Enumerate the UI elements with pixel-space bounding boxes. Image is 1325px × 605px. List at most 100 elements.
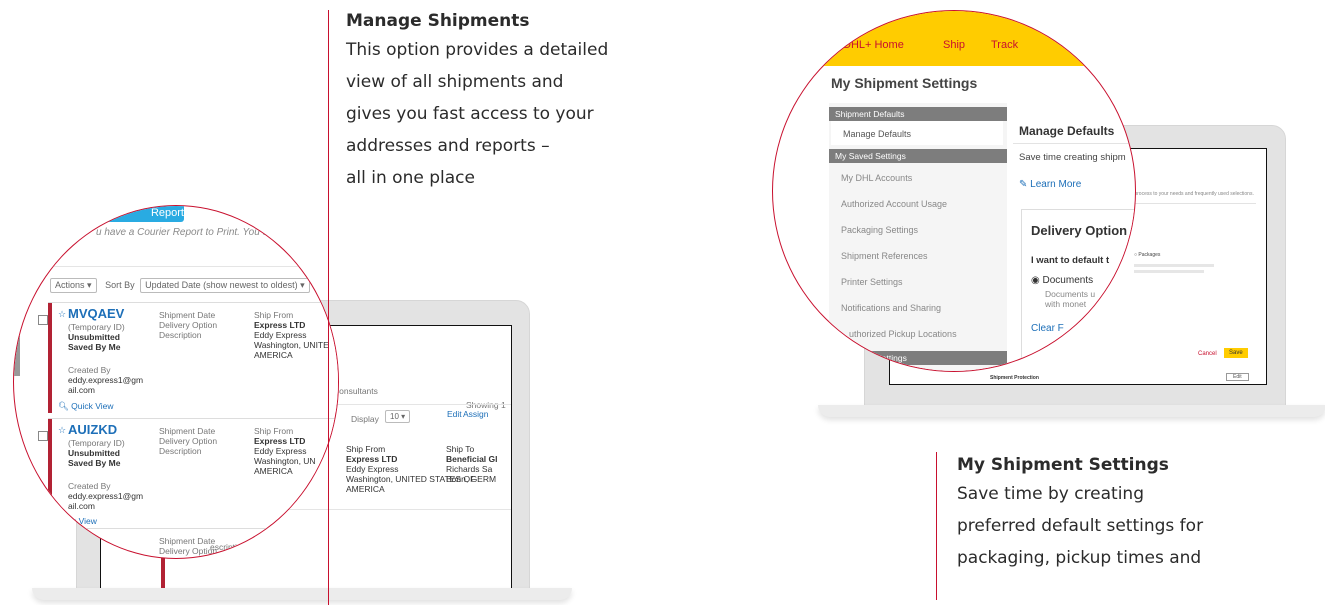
actions-dropdown[interactable]: Actions ▾ [50, 278, 97, 293]
created-email: ail.com [68, 501, 95, 511]
ship-to-line: Beneficial Gl [446, 454, 498, 464]
field-label: Shipment Date [159, 310, 216, 320]
cancel-link[interactable]: Cancel [1198, 351, 1217, 357]
caption-line: preferred default settings for [957, 516, 1204, 536]
divider [1013, 143, 1135, 144]
documents-label: Documents [1042, 275, 1094, 286]
documents-hint: Documents u with monet [1045, 289, 1095, 309]
caption-body: This option provides a detailed view of … [346, 34, 608, 194]
card-accent [48, 419, 52, 524]
edit-button[interactable]: Edit [1226, 373, 1249, 381]
created-email: ail.com [68, 385, 95, 395]
nav-ship[interactable]: Ship [943, 39, 965, 51]
nav-track[interactable]: Track [991, 39, 1018, 51]
sidebar-item-packaging[interactable]: Packaging Settings [841, 225, 918, 235]
assign-link[interactable]: Assign [463, 409, 489, 419]
caption-line: addresses and reports – [346, 136, 550, 156]
ship-from: Ship From Express LTD Eddy Express Washi… [254, 426, 316, 476]
created-by: Created By eddy.express1@gm ail.com [68, 481, 143, 511]
option-hint [1134, 264, 1214, 267]
display-label: Display [351, 414, 379, 424]
ship-from-line: AMERICA [254, 466, 293, 476]
shipment-meta: (Temporary ID) Unsubmitted Saved By Me [68, 438, 125, 468]
caption-body: Save time by creating preferred default … [957, 478, 1203, 574]
ship-from-line: AMERICA [254, 350, 293, 360]
ship-to-line: Bonn, GERM [446, 474, 497, 484]
created-email: eddy.express1@gm [68, 491, 144, 501]
field-label: Delivery Option [159, 320, 218, 330]
shipment-fields: Shipment Date Delivery Option Descriptio… [159, 426, 217, 456]
caption-divider [328, 10, 329, 605]
sidebar-item-pickup[interactable]: uthorized Pickup Locations [849, 329, 957, 339]
radio-selected-icon: ◉ [1031, 275, 1040, 286]
manage-shipments-zoom: Report u have a Courier Report to Print.… [13, 205, 339, 559]
sidebar-item-printer[interactable]: Printer Settings [841, 277, 903, 287]
ship-from-label: Ship From [254, 310, 294, 320]
sidebar-item-accounts[interactable]: My DHL Accounts [841, 173, 912, 183]
hint-line: with monet [1045, 299, 1087, 309]
packages-label: Packages [1138, 252, 1161, 258]
ship-from: Ship From Express LTD Eddy Express Washi… [254, 310, 329, 360]
sort-dropdown[interactable]: Updated Date (show newest to oldest) ▾ [140, 278, 310, 293]
settings-caption: My Shipment Settings Save time by creati… [957, 452, 1203, 574]
divider [14, 266, 338, 267]
sidebar-item-manage-defaults[interactable]: Manage Defaults [831, 121, 1003, 145]
laptop-right-base [818, 405, 1325, 417]
sidebar-item-notifications[interactable]: Notifications and Sharing [841, 303, 941, 313]
quick-view-link[interactable]: 🔍︎ Quick View [58, 401, 114, 412]
temp-id: (Temporary ID) [68, 438, 125, 448]
search-icon: 🔍︎ [58, 401, 69, 411]
card-accent [48, 303, 52, 413]
shipment-checkbox[interactable] [38, 315, 48, 325]
learn-more-label: Learn More [1030, 179, 1082, 190]
sidebar-item-references[interactable]: Shipment References [841, 251, 928, 261]
caption-line: This option provides a detailed [346, 40, 609, 60]
option-hint [1134, 270, 1204, 273]
ship-from-line: Washington, UNITE [254, 340, 329, 350]
shipment-checkbox[interactable] [38, 431, 48, 441]
scroll-edge [14, 336, 20, 376]
ship-from-label: Ship From [254, 426, 294, 436]
status: Unsubmitted [68, 448, 120, 458]
field-label: Description [159, 330, 202, 340]
caption-line: Save time by creating [957, 484, 1144, 504]
ship-to-line: Richards Sa [446, 464, 493, 474]
created-label: Created By [68, 365, 111, 375]
caption-line: all in one place [346, 168, 475, 188]
sidebar-section: Clearance Settings [829, 351, 1007, 365]
save-button[interactable]: Save [1224, 348, 1248, 358]
sidebar-item-account-usage[interactable]: Authorized Account Usage [841, 199, 947, 209]
edit-icon: ✎ [1019, 179, 1028, 190]
shipment-id[interactable]: AUIZKD [68, 422, 117, 437]
shipment-id[interactable]: MVQAEV [68, 306, 124, 321]
default-prompt: I want to default t [1031, 255, 1110, 266]
caption-line: view of all shipments and [346, 72, 564, 92]
display-select[interactable]: 10 ▾ [385, 410, 411, 423]
ship-from-line: Eddy Express [254, 446, 307, 456]
field-label: Shipment Date [159, 536, 216, 546]
nav-home[interactable]: DHL+ Home [843, 39, 904, 51]
caption-line: packaging, pickup times and [957, 548, 1202, 568]
saved-by: Saved By Me [68, 342, 121, 352]
status: Unsubmitted [68, 332, 120, 342]
my-shipment-settings-zoom: DHL+ Home Ship Track My Shipment Setting… [772, 10, 1136, 372]
star-icon[interactable]: ☆ [58, 309, 66, 320]
ship-from-line: Washington, UN [254, 456, 316, 466]
packages-option[interactable]: ○ Packages [1134, 252, 1160, 258]
report-button[interactable]: Report [98, 206, 184, 222]
documents-option[interactable]: ◉ Documents [1031, 275, 1093, 286]
created-by: Created By eddy.express1@gm ail.com [68, 365, 143, 395]
quick-view-link[interactable]: k View [72, 516, 97, 526]
field-label: Delivery Option [159, 546, 218, 556]
star-icon[interactable]: ☆ [58, 425, 66, 436]
toolbar: Actions ▾ Sort By Updated Date (show new… [50, 278, 310, 293]
edit-link[interactable]: Edit [447, 409, 462, 419]
laptop-left-base [32, 588, 572, 600]
caption-divider [936, 452, 937, 600]
quick-view-label: Quick View [71, 401, 114, 411]
shipment-fields: Shipment Date Delivery Option Descriptio… [159, 310, 217, 340]
learn-more-link[interactable]: ✎ Learn More [1019, 179, 1081, 190]
courier-notice: u have a Courier Report to Print. You do… [96, 227, 334, 238]
clear-link[interactable]: Clear F [1031, 323, 1064, 334]
consultants-text: Consultants [333, 386, 378, 396]
